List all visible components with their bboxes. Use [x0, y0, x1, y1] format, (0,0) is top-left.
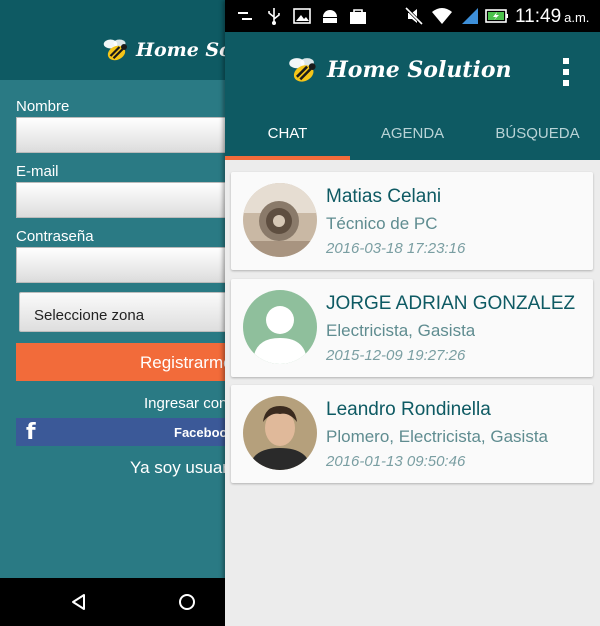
- status-time: 11:49 a.m.: [515, 6, 589, 28]
- usb-icon: [268, 8, 280, 25]
- message-timestamp: 2016-03-18 17:23:16: [326, 240, 466, 257]
- zone-select[interactable]: Seleccione zona: [19, 292, 240, 332]
- email-label: E-mail: [16, 163, 59, 180]
- chat-screen: 11:49 a.m. Home Solution CHAT AGENDA BÚSQ…: [225, 0, 600, 626]
- password-input[interactable]: [16, 247, 240, 283]
- back-nav-icon[interactable]: [70, 593, 88, 611]
- contact-profession: Electricista, Gasista: [326, 321, 476, 340]
- mute-icon: [405, 7, 423, 25]
- contact-name: Matias Celani: [326, 186, 442, 207]
- avatar: [243, 396, 317, 470]
- registration-header: Home Solution: [0, 0, 240, 80]
- app-logo-text: Home Solution: [327, 57, 512, 83]
- navigation-bar: [0, 578, 240, 626]
- registration-screen: Home Solution Nombre E-mail Contraseña S…: [0, 0, 240, 626]
- name-input[interactable]: [16, 117, 240, 153]
- notification-icon: [238, 12, 252, 20]
- contact-profession: Plomero, Electricista, Gasista: [326, 427, 549, 446]
- contact-name: JORGE ADRIAN GONZALEZ: [326, 293, 576, 314]
- default-avatar-icon: [243, 290, 317, 364]
- avatar-photo-icon: [243, 396, 317, 470]
- gallery-icon: [293, 8, 311, 24]
- name-label: Nombre: [16, 98, 70, 115]
- bee-logo-icon: [103, 39, 127, 61]
- signal-icon: [462, 8, 478, 24]
- facebook-icon: f: [26, 420, 36, 445]
- home-nav-icon[interactable]: [178, 593, 196, 611]
- status-ampm: a.m.: [564, 10, 590, 25]
- app-logo: Home Solution: [100, 36, 240, 64]
- tab-busqueda[interactable]: BÚSQUEDA: [475, 120, 600, 160]
- avatar: [243, 290, 317, 364]
- active-tab-indicator: [225, 156, 350, 160]
- email-input[interactable]: [16, 182, 240, 218]
- status-bar: 11:49 a.m.: [225, 0, 600, 32]
- bee-logo-icon: [289, 58, 316, 82]
- chat-list-item[interactable]: Leandro Rondinella Plomero, Electricista…: [231, 385, 593, 483]
- battery-charging-icon: [485, 9, 508, 23]
- app-header: Home Solution CHAT AGENDA BÚSQUEDA: [225, 32, 600, 160]
- contact-profession: Técnico de PC: [326, 214, 438, 233]
- app-logo: Home Solution: [285, 54, 512, 86]
- tab-agenda[interactable]: AGENDA: [350, 120, 475, 160]
- store-icon: [350, 9, 366, 24]
- android-icon: [323, 10, 337, 23]
- avatar-photo-icon: [243, 183, 317, 257]
- tab-bar: CHAT AGENDA BÚSQUEDA: [225, 120, 600, 160]
- chat-list-item[interactable]: Matias Celani Técnico de PC 2016-03-18 1…: [231, 172, 593, 270]
- already-user-link[interactable]: Ya soy usuario: [130, 458, 240, 478]
- wifi-icon: [432, 8, 452, 24]
- password-label: Contraseña: [16, 228, 94, 245]
- overflow-menu-icon[interactable]: [559, 58, 573, 86]
- login-with-label: Ingresar con: [144, 395, 228, 412]
- register-button[interactable]: Registrarme: [16, 343, 240, 381]
- status-clock: 11:49: [515, 6, 562, 27]
- message-timestamp: 2016-01-13 09:50:46: [326, 453, 466, 470]
- facebook-login-button[interactable]: f Facebook: [16, 418, 240, 446]
- tab-chat[interactable]: CHAT: [225, 120, 350, 160]
- avatar: [243, 183, 317, 257]
- chat-list-item[interactable]: JORGE ADRIAN GONZALEZ Electricista, Gasi…: [231, 279, 593, 377]
- message-timestamp: 2015-12-09 19:27:26: [326, 347, 466, 364]
- contact-name: Leandro Rondinella: [326, 399, 491, 420]
